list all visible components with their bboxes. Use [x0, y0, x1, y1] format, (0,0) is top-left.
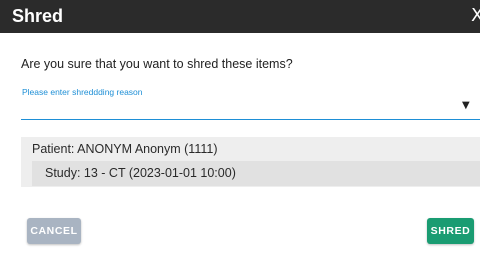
- shredding-reason-select[interactable]: ▼: [21, 96, 480, 120]
- cancel-button[interactable]: CANCEL: [27, 218, 81, 244]
- close-icon[interactable]: X: [471, 5, 480, 27]
- shred-button[interactable]: SHRED: [427, 218, 474, 244]
- study-item: Study: 13 - CT (2023-01-01 10:00): [32, 161, 480, 186]
- dialog-title: Shred: [12, 6, 64, 26]
- shred-dialog: Shred X Are you sure that you want to sh…: [0, 0, 480, 258]
- dropdown-arrow-icon[interactable]: ▼: [462, 100, 470, 112]
- dialog-titlebar: Shred X: [0, 0, 480, 33]
- items-to-shred-list: Patient: ANONYM Anonym (1111) Study: 13 …: [21, 137, 480, 187]
- patient-item: Patient: ANONYM Anonym (1111): [32, 142, 218, 156]
- confirmation-question: Are you sure that you want to shred thes…: [21, 57, 293, 71]
